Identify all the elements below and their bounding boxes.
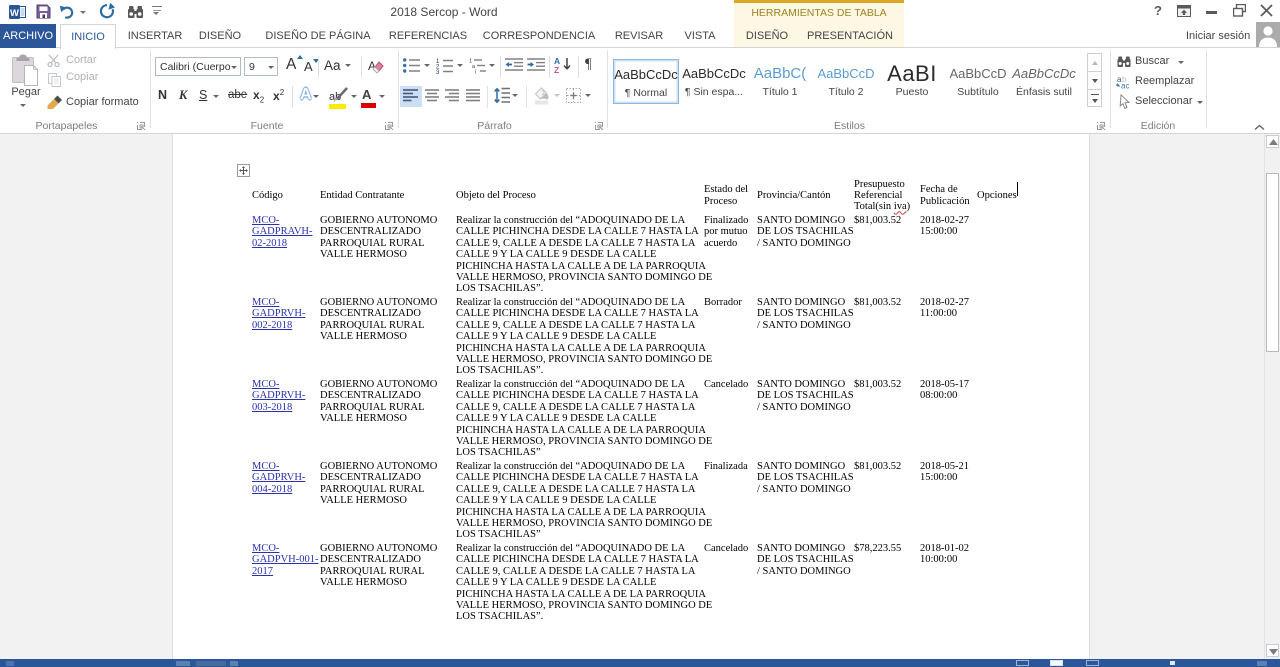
svg-text:Z: Z bbox=[554, 65, 559, 74]
svg-text:ac: ac bbox=[1121, 82, 1129, 90]
svg-text:3: 3 bbox=[436, 70, 440, 74]
svg-text:i: i bbox=[475, 70, 476, 75]
svg-text:W: W bbox=[10, 8, 19, 19]
